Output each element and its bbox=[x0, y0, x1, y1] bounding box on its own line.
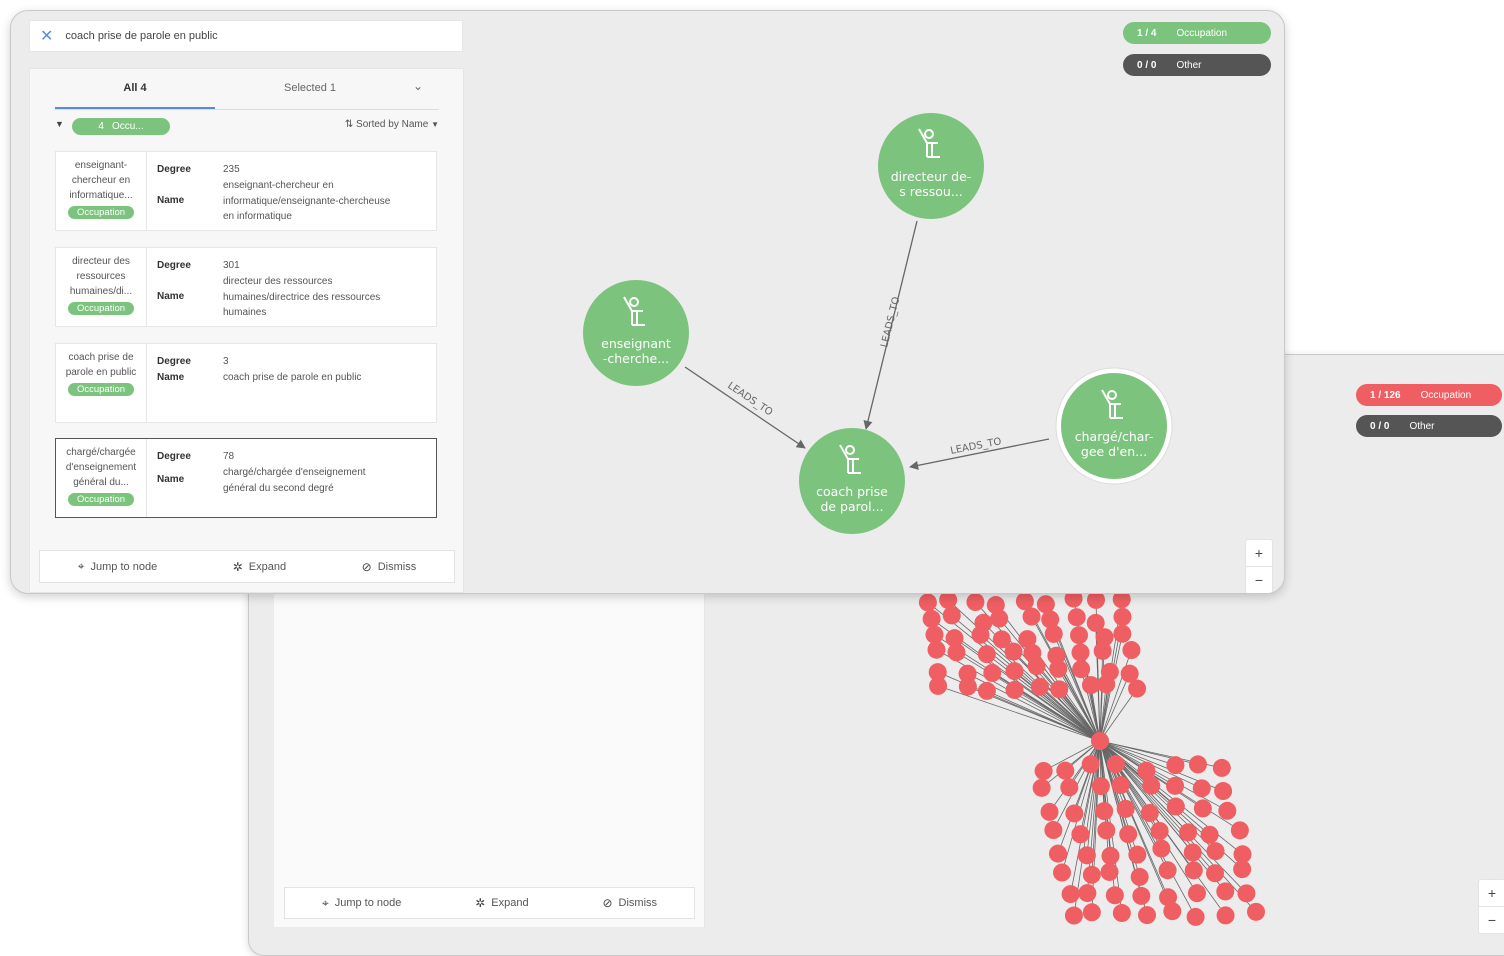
name-label: Name bbox=[157, 195, 185, 206]
category-badge: Occupation bbox=[67, 383, 135, 396]
graph-node-charge[interactable]: chargé/char- gee d'en... bbox=[1055, 367, 1173, 485]
dismiss-icon: ⊘ bbox=[602, 896, 613, 910]
expand-button[interactable]: ✲ Expand bbox=[233, 560, 286, 574]
caret-down-icon: ▼ bbox=[431, 120, 439, 129]
legend-count: 0 / 0 bbox=[1137, 59, 1157, 71]
zoom-in-button[interactable]: + bbox=[1479, 880, 1504, 906]
background-legend-occupation[interactable]: 1 / 126 Occupation bbox=[1356, 384, 1502, 406]
legend-count: 0 / 0 bbox=[1370, 420, 1390, 432]
result-card[interactable]: coach prise de parole en public Occupati… bbox=[55, 343, 437, 423]
degree-value: 3 bbox=[223, 356, 229, 367]
result-title: directeur des ressources humaines/di... bbox=[69, 256, 133, 297]
node-label: gee d'en... bbox=[1081, 444, 1147, 459]
action-bar: ⌖ Jump to node ✲ Expand ⊘ Dismiss bbox=[39, 550, 455, 583]
edge-label: LEADS_TO bbox=[879, 296, 902, 349]
node-label: s ressou... bbox=[899, 184, 963, 199]
name-value: coach prise de parole en public bbox=[223, 372, 362, 383]
zoom-controls: + − bbox=[1245, 539, 1273, 593]
legend-other[interactable]: 0 / 0 Other bbox=[1123, 54, 1271, 76]
front-window: LEADS_TO LEADS_TO LEADS_TO directeur de-… bbox=[10, 10, 1285, 594]
degree-label: Degree bbox=[157, 164, 191, 175]
category-badge: Occupation bbox=[67, 302, 135, 315]
background-dismiss-button[interactable]: ⊘ Dismiss bbox=[602, 896, 657, 910]
background-zoom-controls: + − bbox=[1478, 879, 1504, 934]
degree-label: Degree bbox=[157, 260, 191, 271]
expand-label: Expand bbox=[491, 897, 529, 909]
tab-selected[interactable]: Selected 1 bbox=[230, 69, 390, 107]
search-input[interactable] bbox=[63, 29, 448, 43]
background-jump-to-node-button[interactable]: ⌖ Jump to node bbox=[322, 896, 401, 911]
close-icon[interactable]: ✕ bbox=[40, 26, 53, 46]
legend-count: 1 / 4 bbox=[1137, 27, 1157, 39]
graph-node-enseignant[interactable]: enseignant -cherche... bbox=[583, 280, 689, 386]
results-panel: All 4 Selected 1 ⌄ ▼ 4 Occu... ⇅ Sorted … bbox=[29, 68, 464, 593]
degree-value: 235 bbox=[223, 164, 240, 175]
node-label: coach prise bbox=[816, 484, 888, 499]
name-value: enseignant-chercheur en informatique/ens… bbox=[223, 180, 391, 222]
node-label: chargé/char- bbox=[1075, 429, 1154, 444]
name-label: Name bbox=[157, 291, 185, 302]
dismiss-label: Dismiss bbox=[377, 560, 417, 573]
node-label: -cherche... bbox=[603, 351, 669, 366]
degree-value: 301 bbox=[223, 260, 240, 271]
graph-node-coach[interactable]: coach prise de parol... bbox=[799, 428, 905, 534]
result-title: enseignant-chercheur en informatique... bbox=[69, 160, 133, 201]
node-label: directeur de- bbox=[891, 169, 972, 184]
result-card[interactable]: enseignant-chercheur en informatique... … bbox=[55, 151, 437, 231]
result-card[interactable]: directeur des ressources humaines/di... … bbox=[55, 247, 437, 327]
degree-label: Degree bbox=[157, 356, 191, 367]
name-value: chargé/chargée d'enseignement général du… bbox=[223, 467, 366, 494]
target-icon: ⌖ bbox=[321, 895, 329, 910]
sort-icon: ⇅ bbox=[344, 119, 354, 130]
dismiss-button[interactable]: ⊘ Dismiss bbox=[362, 560, 417, 574]
dismiss-icon: ⊘ bbox=[361, 559, 372, 574]
name-label: Name bbox=[157, 372, 185, 383]
graph-node-directeur[interactable]: directeur de- s ressou... bbox=[878, 113, 984, 219]
zoom-out-button[interactable]: − bbox=[1479, 906, 1504, 933]
node-label: enseignant bbox=[601, 336, 671, 351]
legend-label: Occupation bbox=[1176, 27, 1228, 39]
category-count: 4 bbox=[98, 121, 104, 132]
zoom-in-button[interactable]: + bbox=[1246, 540, 1272, 566]
category-filter-pill[interactable]: 4 Occu... bbox=[72, 118, 170, 135]
results-tabs: All 4 Selected 1 ⌄ bbox=[55, 69, 439, 110]
legend-label: Other bbox=[1176, 59, 1202, 71]
expand-label: Expand bbox=[248, 560, 287, 573]
background-legend-other[interactable]: 0 / 0 Other bbox=[1356, 415, 1502, 437]
chevron-down-icon[interactable]: ⌄ bbox=[413, 79, 423, 93]
jump-label: Jump to node bbox=[334, 897, 402, 909]
name-value: directeur des ressources humaines/direct… bbox=[223, 276, 381, 318]
background-results-panel bbox=[274, 590, 705, 927]
result-title: coach prise de parole en public bbox=[65, 352, 137, 378]
jump-to-node-button[interactable]: ⌖ Jump to node bbox=[78, 559, 157, 574]
result-card-selected[interactable]: chargé/chargée d'enseignement général du… bbox=[55, 438, 437, 518]
sort-dropdown[interactable]: ⇅ Sorted by Name ▼ bbox=[345, 119, 439, 130]
jump-label: Jump to node bbox=[90, 560, 158, 573]
degree-value: 78 bbox=[223, 451, 235, 462]
caret-down-icon[interactable]: ▼ bbox=[55, 119, 64, 129]
node-label: de parol... bbox=[820, 499, 883, 514]
tab-all[interactable]: All 4 bbox=[55, 69, 215, 109]
graph-edge[interactable] bbox=[684, 366, 806, 449]
sort-label: Sorted by Name bbox=[356, 119, 429, 130]
dismiss-label: Dismiss bbox=[618, 897, 658, 909]
zoom-out-button[interactable]: − bbox=[1246, 566, 1272, 593]
filter-row: ▼ 4 Occu... ⇅ Sorted by Name ▼ bbox=[55, 116, 439, 138]
expand-icon: ✲ bbox=[232, 559, 243, 574]
legend-label: Occupation bbox=[1420, 389, 1472, 401]
background-action-bar: ⌖ Jump to node ✲ Expand ⊘ Dismiss bbox=[284, 887, 695, 919]
expand-icon: ✲ bbox=[475, 896, 486, 910]
legend-label: Other bbox=[1409, 420, 1435, 432]
category-label: Occu... bbox=[111, 121, 144, 132]
legend-occupation[interactable]: 1 / 4 Occupation bbox=[1123, 22, 1271, 44]
category-badge: Occupation bbox=[67, 493, 135, 506]
name-label: Name bbox=[157, 474, 185, 485]
degree-label: Degree bbox=[157, 451, 191, 462]
target-icon: ⌖ bbox=[77, 559, 85, 573]
legend-count: 1 / 126 bbox=[1370, 389, 1401, 401]
category-badge: Occupation bbox=[67, 206, 135, 219]
search-box: ✕ bbox=[29, 20, 463, 52]
result-title: chargé/chargée d'enseignement général du… bbox=[65, 447, 137, 488]
background-expand-button[interactable]: ✲ Expand bbox=[475, 896, 528, 910]
